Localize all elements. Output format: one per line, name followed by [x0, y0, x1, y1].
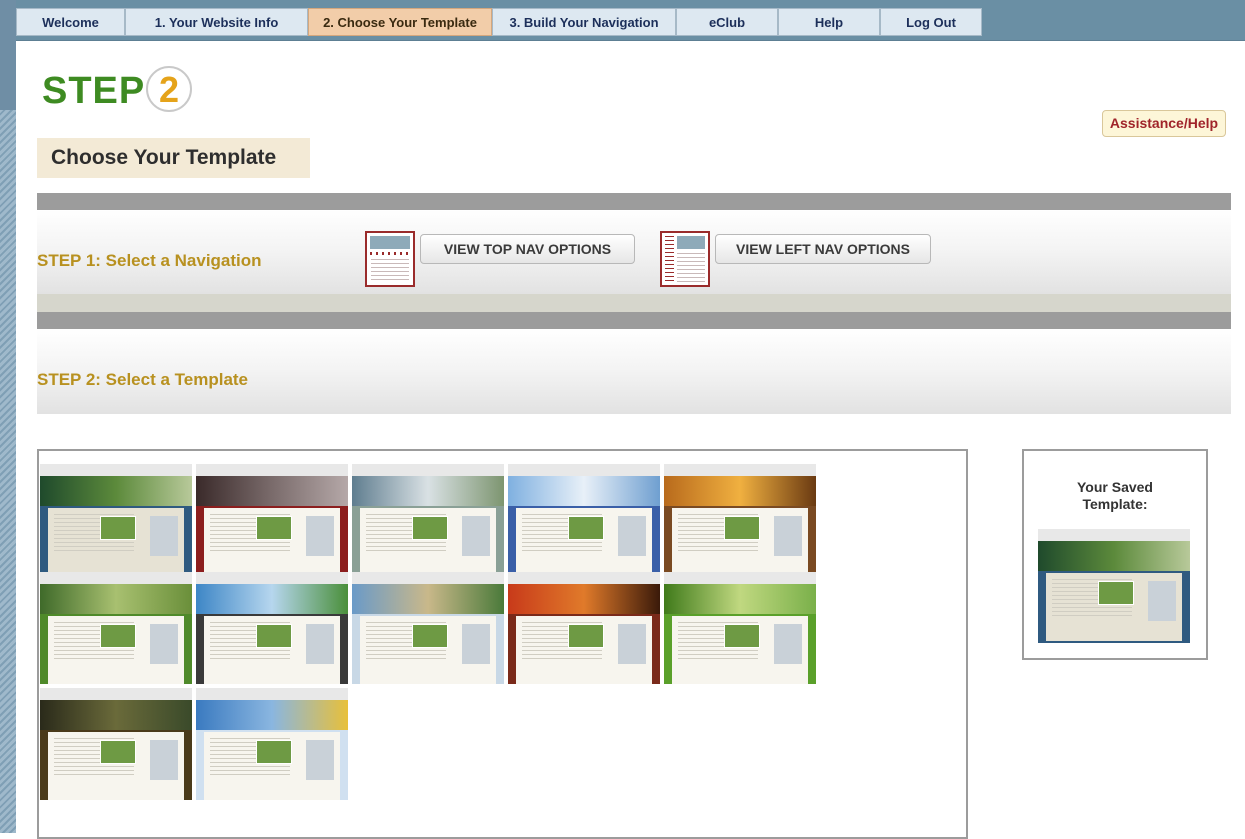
step-logo-number: 2: [146, 66, 192, 112]
tab-eclub[interactable]: eClub: [676, 8, 778, 36]
template-thumbnail-sky-golf[interactable]: [508, 464, 660, 576]
template-gallery: [37, 449, 968, 839]
tab-build-navigation[interactable]: 3. Build Your Navigation: [492, 8, 676, 36]
tab-help[interactable]: Help: [778, 8, 880, 36]
view-top-nav-options-button[interactable]: VIEW TOP NAV OPTIONS: [420, 234, 635, 264]
section-divider: [37, 193, 1231, 210]
template-thumbnail-green-golf[interactable]: [40, 572, 192, 684]
template-thumbnail-sunset-golf[interactable]: [664, 464, 816, 576]
saved-template-label-line1: Your Saved: [1077, 479, 1153, 495]
template-thumbnail-crimson-golf[interactable]: [508, 572, 660, 684]
saved-template-thumbnail: [1038, 529, 1190, 643]
template-thumbnail-dark-golf[interactable]: [196, 572, 348, 684]
section-divider: [37, 312, 1231, 329]
template-thumbnail-sunflower-golf[interactable]: [196, 688, 348, 800]
top-navigation: Welcome 1. Your Website Info 2. Choose Y…: [16, 0, 1245, 41]
step1-navigation-section: STEP 1: Select a Navigation VIEW TOP NAV…: [37, 210, 1231, 312]
template-thumbnail-teal-golf[interactable]: [352, 464, 504, 576]
step-logo-word: STEP: [42, 70, 146, 112]
step2-template-section: STEP 2: Select a Template: [37, 329, 1231, 414]
saved-template-label: Your Saved Template:: [1024, 479, 1206, 513]
template-thumbnail-forest-golf[interactable]: [40, 688, 192, 800]
top-nav-layout-icon[interactable]: [365, 231, 415, 287]
step2-label: STEP 2: Select a Template: [37, 370, 249, 389]
left-nav-layout-icon[interactable]: [660, 231, 710, 287]
template-thumbnail-lime-golf[interactable]: [664, 572, 816, 684]
step1-label: STEP 1: Select a Navigation: [37, 251, 262, 270]
template-thumbnail-red-golf[interactable]: [196, 464, 348, 576]
section-footer-bar: [37, 294, 1231, 312]
saved-template-label-line2: Template:: [1082, 496, 1148, 512]
template-thumbnail-beach-golf[interactable]: [352, 572, 504, 684]
page-title: Choose Your Template: [37, 138, 310, 178]
assistance-help-button[interactable]: Assistance/Help: [1102, 110, 1226, 137]
tab-welcome[interactable]: Welcome: [16, 8, 125, 36]
tab-log-out[interactable]: Log Out: [880, 8, 982, 36]
tab-website-info[interactable]: 1. Your Website Info: [125, 8, 308, 36]
template-thumbnail-blue-golf[interactable]: [40, 464, 192, 576]
left-decorative-strip: [0, 0, 16, 833]
view-left-nav-options-button[interactable]: VIEW LEFT NAV OPTIONS: [715, 234, 931, 264]
saved-template-panel: Your Saved Template:: [1022, 449, 1208, 660]
tab-choose-template[interactable]: 2. Choose Your Template: [308, 8, 492, 36]
